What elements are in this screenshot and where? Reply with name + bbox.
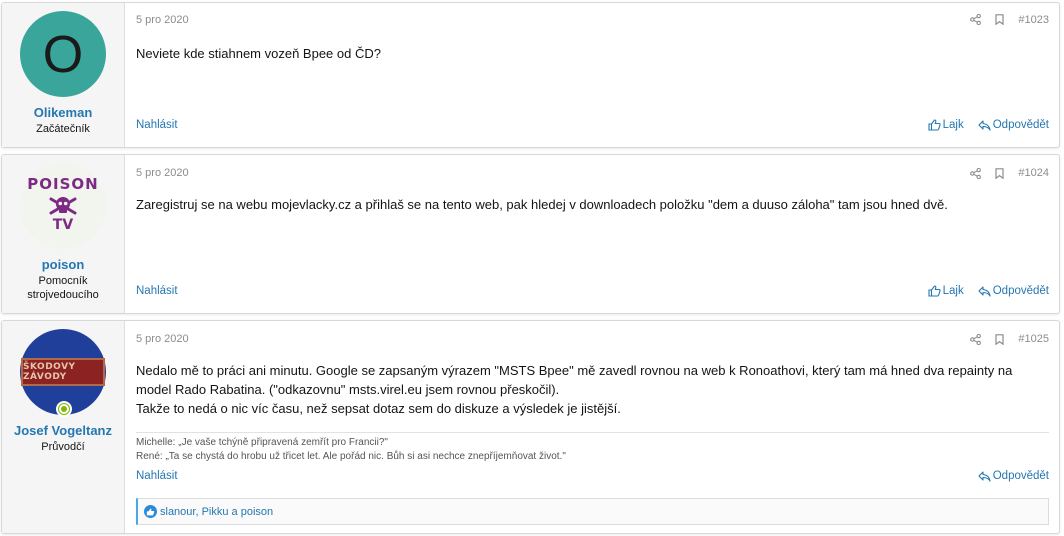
bookmark-icon[interactable] bbox=[995, 14, 1005, 25]
reply-button[interactable]: Odpovědět bbox=[978, 470, 1049, 482]
post-body: Zaregistruj se na webu mojevlacky.cz a p… bbox=[136, 195, 1049, 214]
reactions-bar[interactable]: slanour, Pikku a poison bbox=[136, 498, 1049, 525]
user-title: Průvodčí bbox=[41, 441, 85, 453]
post-text-paragraph-1: Nedalo mě to práci ani minutu. Google se… bbox=[136, 363, 1013, 397]
reply-label: Odpovědět bbox=[992, 119, 1049, 131]
post-1023: O Olikeman Začátečník 5 pro 2020 #1023 N… bbox=[1, 2, 1060, 148]
report-link[interactable]: Nahlásit bbox=[136, 119, 928, 131]
post-main: 5 pro 2020 #1023 Neviete kde stiahnem vo… bbox=[125, 3, 1059, 147]
username[interactable]: Olikeman bbox=[34, 105, 93, 120]
post-number[interactable]: #1025 bbox=[1018, 333, 1049, 345]
signature-line-1: Michelle: „Je vaše tchýně připravená zem… bbox=[136, 437, 388, 448]
avatar-letter: O bbox=[42, 26, 84, 84]
share-icon[interactable] bbox=[970, 167, 982, 179]
post-text-paragraph-2: Takže to nedá o nic víc času, než sepsat… bbox=[136, 401, 621, 416]
thread-page: O Olikeman Začátečník 5 pro 2020 #1023 N… bbox=[0, 0, 1064, 536]
post-meta: 5 pro 2020 #1024 bbox=[136, 155, 1049, 191]
post-body: Nedalo mě to práci ani minutu. Google se… bbox=[136, 361, 1049, 418]
user-cell: O Olikeman Začátečník bbox=[2, 3, 125, 147]
post-number[interactable]: #1024 bbox=[1018, 167, 1049, 179]
post-meta: 5 pro 2020 #1023 bbox=[136, 3, 1049, 36]
user-cell: POISON TV poison Pomocník strojvedoucího bbox=[2, 155, 125, 313]
post-date[interactable]: 5 pro 2020 bbox=[136, 14, 970, 26]
post-footer: Nahlásit Lajk Odpovědět bbox=[136, 285, 1049, 297]
like-reaction-icon bbox=[144, 505, 157, 518]
report-link[interactable]: Nahlásit bbox=[136, 470, 978, 482]
reply-icon bbox=[978, 470, 991, 482]
post-1024: POISON TV poison Pomocník strojvedoucího… bbox=[1, 154, 1060, 314]
post-meta: 5 pro 2020 #1025 bbox=[136, 321, 1049, 357]
post-main: 5 pro 2020 #1024 Zaregistruj se na webu … bbox=[125, 155, 1059, 313]
online-indicator bbox=[56, 401, 72, 417]
bookmark-icon[interactable] bbox=[995, 333, 1005, 345]
post-text: Zaregistruj se na webu mojevlacky.cz a p… bbox=[136, 197, 948, 212]
username[interactable]: poison bbox=[42, 257, 85, 272]
thumbs-up-icon bbox=[928, 119, 941, 131]
like-label: Lajk bbox=[942, 285, 964, 297]
post-footer: Nahlásit Odpovědět bbox=[136, 470, 1049, 482]
avatar[interactable]: POISON TV bbox=[20, 163, 106, 249]
reply-label: Odpovědět bbox=[992, 285, 1049, 297]
user-title: Začátečník bbox=[36, 123, 90, 135]
post-date[interactable]: 5 pro 2020 bbox=[136, 333, 970, 345]
username[interactable]: Josef Vogeltanz bbox=[14, 423, 112, 438]
post-main: 5 pro 2020 #1025 Nedalo mě to práci ani … bbox=[125, 321, 1059, 533]
like-label: Lajk bbox=[942, 119, 964, 131]
like-button[interactable]: Lajk bbox=[928, 119, 964, 131]
avatar-plate-text: ŠKODOVY ZÁVODY bbox=[23, 362, 76, 382]
post-body: Neviete kde stiahnem vozeň Bpee od ČD? bbox=[136, 44, 1049, 63]
reply-icon bbox=[978, 285, 991, 297]
avatar[interactable]: O bbox=[20, 11, 106, 97]
reply-button[interactable]: Odpovědět bbox=[978, 285, 1049, 297]
avatar-text-bottom: TV bbox=[52, 217, 74, 233]
share-icon[interactable] bbox=[970, 14, 982, 25]
signature: Michelle: „Je vaše tchýně připravená zem… bbox=[136, 432, 1049, 464]
share-icon[interactable] bbox=[970, 333, 982, 345]
avatar-text-top: POISON bbox=[27, 175, 99, 193]
like-button[interactable]: Lajk bbox=[928, 285, 964, 297]
post-1025: ŠKODOVY ZÁVODY Josef Vogeltanz Průvodčí … bbox=[1, 320, 1060, 534]
avatar-plate: ŠKODOVY ZÁVODY bbox=[21, 358, 105, 386]
bookmark-icon[interactable] bbox=[995, 167, 1005, 179]
user-cell: ŠKODOVY ZÁVODY Josef Vogeltanz Průvodčí bbox=[2, 321, 125, 533]
reply-icon bbox=[978, 119, 991, 131]
thumbs-up-icon bbox=[928, 285, 941, 297]
post-footer: Nahlásit Lajk Odpovědět bbox=[136, 119, 1049, 131]
post-date[interactable]: 5 pro 2020 bbox=[136, 167, 970, 179]
reply-button[interactable]: Odpovědět bbox=[978, 119, 1049, 131]
reply-label: Odpovědět bbox=[992, 470, 1049, 482]
post-text: Neviete kde stiahnem vozeň Bpee od ČD? bbox=[136, 46, 381, 61]
signature-line-2: René: „Ta se chystá do hrobu už třicet l… bbox=[136, 451, 566, 462]
skull-icon bbox=[48, 193, 78, 219]
report-link[interactable]: Nahlásit bbox=[136, 285, 928, 297]
reactions-list[interactable]: slanour, Pikku a poison bbox=[160, 506, 273, 518]
post-number[interactable]: #1023 bbox=[1018, 14, 1049, 26]
user-title: Pomocník strojvedoucího bbox=[27, 275, 99, 301]
avatar[interactable]: ŠKODOVY ZÁVODY bbox=[20, 329, 106, 417]
